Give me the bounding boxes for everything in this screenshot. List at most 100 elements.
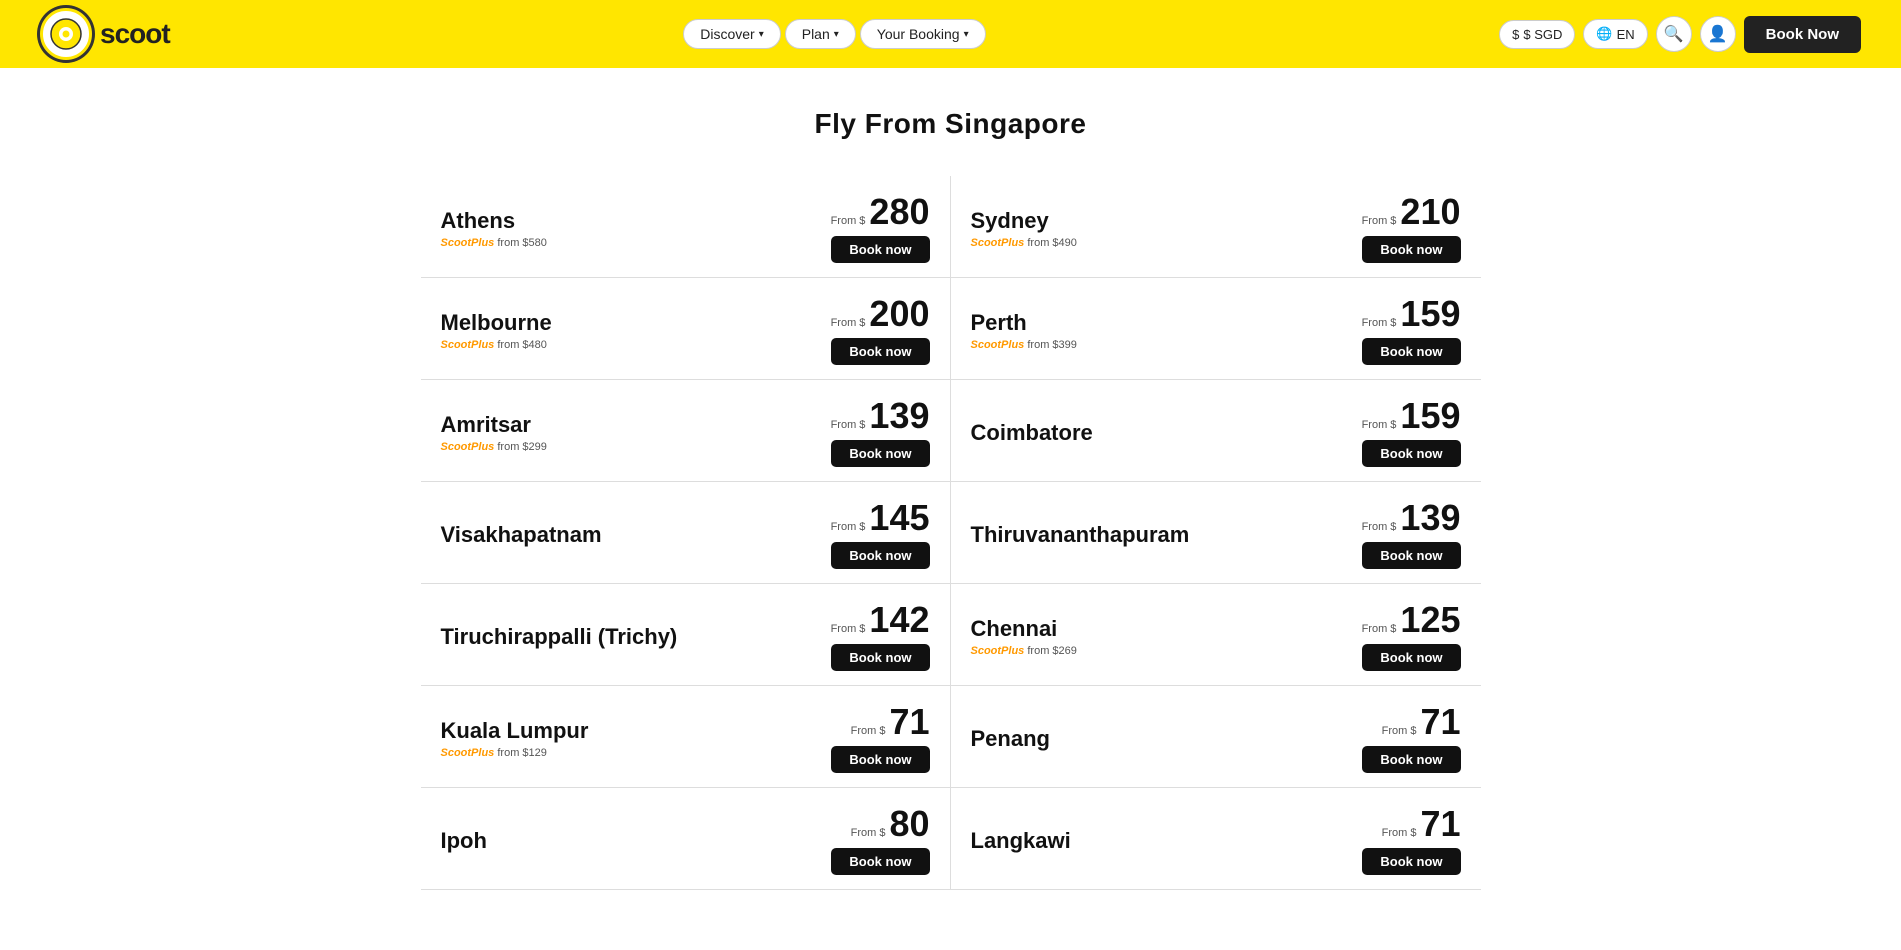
book-now-dest-button[interactable]: Book now bbox=[1362, 848, 1460, 875]
book-now-dest-button[interactable]: Book now bbox=[831, 236, 929, 263]
dest-info: Tiruchirappalli (Trichy) bbox=[441, 624, 790, 650]
destination-cell: Melbourne ScootPlus from $480 From $ 200… bbox=[421, 278, 951, 380]
dest-pricing: From $ 71 Book now bbox=[1321, 806, 1461, 875]
globe-icon: 🌐 bbox=[1596, 26, 1612, 42]
dest-scootplus: ScootPlus from $399 bbox=[971, 339, 1321, 351]
book-now-dest-button[interactable]: Book now bbox=[831, 644, 929, 671]
dest-pricing: From $ 280 Book now bbox=[790, 194, 930, 263]
your-booking-nav[interactable]: Your Booking ▾ bbox=[860, 19, 986, 49]
dest-pricing: From $ 71 Book now bbox=[1321, 704, 1461, 773]
book-now-dest-button[interactable]: Book now bbox=[831, 542, 929, 569]
price-row: From $ 71 bbox=[851, 704, 930, 740]
nav-links: Discover ▾ Plan ▾ Your Booking ▾ bbox=[683, 19, 985, 49]
price-value: 280 bbox=[869, 194, 929, 230]
book-now-dest-button[interactable]: Book now bbox=[1362, 440, 1460, 467]
destination-cell: Thiruvananthapuram From $ 139 Book now bbox=[951, 482, 1481, 584]
dest-scootplus: ScootPlus from $580 bbox=[441, 237, 790, 249]
dest-info: Penang bbox=[971, 726, 1321, 752]
destination-cell: Perth ScootPlus from $399 From $ 159 Boo… bbox=[951, 278, 1481, 380]
plan-nav[interactable]: Plan ▾ bbox=[785, 19, 856, 49]
price-value: 71 bbox=[1420, 806, 1460, 842]
dest-name: Visakhapatnam bbox=[441, 522, 790, 548]
book-now-dest-button[interactable]: Book now bbox=[1362, 236, 1460, 263]
book-now-dest-button[interactable]: Book now bbox=[1362, 542, 1460, 569]
dest-info: Kuala Lumpur ScootPlus from $129 bbox=[441, 718, 790, 759]
language-selector[interactable]: 🌐 EN bbox=[1583, 19, 1647, 49]
price-value: 210 bbox=[1400, 194, 1460, 230]
dest-info: Ipoh bbox=[441, 828, 790, 854]
destination-cell: Athens ScootPlus from $580 From $ 280 Bo… bbox=[421, 176, 951, 278]
price-value: 80 bbox=[889, 806, 929, 842]
dest-info: Coimbatore bbox=[971, 420, 1321, 446]
dest-scootplus: ScootPlus from $490 bbox=[971, 237, 1321, 249]
price-value: 139 bbox=[869, 398, 929, 434]
price-value: 200 bbox=[869, 296, 929, 332]
dest-name: Langkawi bbox=[971, 828, 1321, 854]
dest-info: Melbourne ScootPlus from $480 bbox=[441, 310, 790, 351]
dest-info: Langkawi bbox=[971, 828, 1321, 854]
user-account-button[interactable]: 👤 bbox=[1700, 16, 1736, 52]
from-label: From $ bbox=[1362, 521, 1397, 533]
from-label: From $ bbox=[831, 521, 866, 533]
destination-cell: Penang From $ 71 Book now bbox=[951, 686, 1481, 788]
dest-name: Tiruchirappalli (Trichy) bbox=[441, 624, 790, 650]
destination-cell: Tiruchirappalli (Trichy) From $ 142 Book… bbox=[421, 584, 951, 686]
destination-cell: Coimbatore From $ 159 Book now bbox=[951, 380, 1481, 482]
dest-name: Amritsar bbox=[441, 412, 790, 438]
dest-name: Chennai bbox=[971, 616, 1321, 642]
dest-pricing: From $ 142 Book now bbox=[790, 602, 930, 671]
price-row: From $ 159 bbox=[1362, 296, 1461, 332]
search-icon: 🔍 bbox=[1664, 24, 1684, 44]
book-now-dest-button[interactable]: Book now bbox=[1362, 338, 1460, 365]
dest-scootplus: ScootPlus from $269 bbox=[971, 645, 1321, 657]
chevron-down-icon: ▾ bbox=[759, 29, 764, 40]
dest-name: Kuala Lumpur bbox=[441, 718, 790, 744]
book-now-button[interactable]: Book Now bbox=[1744, 16, 1861, 53]
from-label: From $ bbox=[851, 827, 886, 839]
book-now-dest-button[interactable]: Book now bbox=[831, 746, 929, 773]
from-label: From $ bbox=[851, 725, 886, 737]
dest-pricing: From $ 210 Book now bbox=[1321, 194, 1461, 263]
destination-cell: Langkawi From $ 71 Book now bbox=[951, 788, 1481, 890]
price-value: 139 bbox=[1400, 500, 1460, 536]
price-row: From $ 280 bbox=[831, 194, 930, 230]
book-now-dest-button[interactable]: Book now bbox=[1362, 644, 1460, 671]
currency-selector[interactable]: $ $ SGD bbox=[1499, 20, 1575, 49]
from-label: From $ bbox=[831, 317, 866, 329]
from-label: From $ bbox=[831, 623, 866, 635]
book-now-dest-button[interactable]: Book now bbox=[1362, 746, 1460, 773]
dest-info: Thiruvananthapuram bbox=[971, 522, 1321, 548]
search-button[interactable]: 🔍 bbox=[1656, 16, 1692, 52]
dest-name: Penang bbox=[971, 726, 1321, 752]
from-label: From $ bbox=[831, 419, 866, 431]
price-value: 71 bbox=[1420, 704, 1460, 740]
main-content: Fly From Singapore Athens ScootPlus from… bbox=[401, 68, 1501, 950]
dollar-icon: $ bbox=[1512, 27, 1519, 42]
dest-pricing: From $ 71 Book now bbox=[790, 704, 930, 773]
price-row: From $ 145 bbox=[831, 500, 930, 536]
dest-name: Coimbatore bbox=[971, 420, 1321, 446]
dest-pricing: From $ 125 Book now bbox=[1321, 602, 1461, 671]
logo-text: scoot bbox=[100, 18, 170, 50]
from-label: From $ bbox=[1362, 419, 1397, 431]
book-now-dest-button[interactable]: Book now bbox=[831, 440, 929, 467]
navbar-left: scoot bbox=[40, 8, 170, 60]
book-now-dest-button[interactable]: Book now bbox=[831, 338, 929, 365]
dest-scootplus: ScootPlus from $299 bbox=[441, 441, 790, 453]
dest-info: Athens ScootPlus from $580 bbox=[441, 208, 790, 249]
dest-pricing: From $ 139 Book now bbox=[790, 398, 930, 467]
navbar: scoot Discover ▾ Plan ▾ Your Booking ▾ $… bbox=[0, 0, 1901, 68]
dest-scootplus: ScootPlus from $129 bbox=[441, 747, 790, 759]
dest-pricing: From $ 145 Book now bbox=[790, 500, 930, 569]
destination-cell: Ipoh From $ 80 Book now bbox=[421, 788, 951, 890]
destination-cell: Kuala Lumpur ScootPlus from $129 From $ … bbox=[421, 686, 951, 788]
price-row: From $ 200 bbox=[831, 296, 930, 332]
navbar-right: $ $ SGD 🌐 EN 🔍 👤 Book Now bbox=[1499, 16, 1861, 53]
destination-cell: Visakhapatnam From $ 145 Book now bbox=[421, 482, 951, 584]
dest-info: Perth ScootPlus from $399 bbox=[971, 310, 1321, 351]
dest-name: Sydney bbox=[971, 208, 1321, 234]
price-row: From $ 159 bbox=[1362, 398, 1461, 434]
dest-info: Sydney ScootPlus from $490 bbox=[971, 208, 1321, 249]
book-now-dest-button[interactable]: Book now bbox=[831, 848, 929, 875]
discover-nav[interactable]: Discover ▾ bbox=[683, 19, 781, 49]
